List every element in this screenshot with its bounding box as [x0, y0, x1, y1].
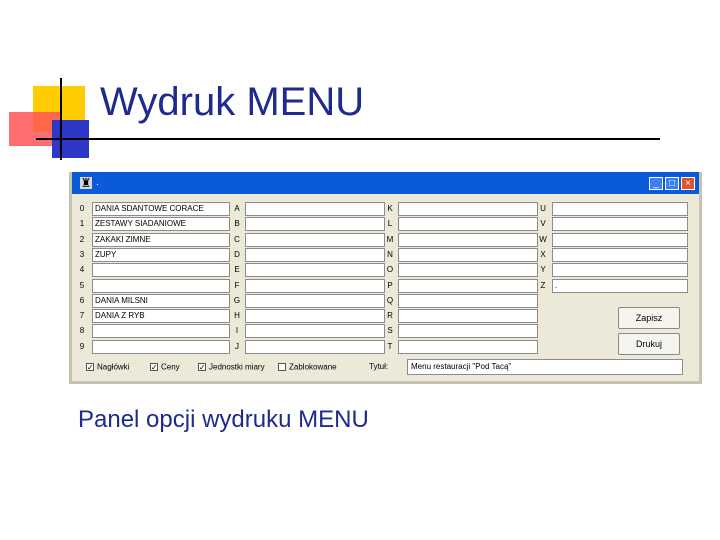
category-field-a-9[interactable] [245, 339, 385, 354]
category-field-a-4[interactable] [245, 263, 385, 278]
row-label-k-0: K [387, 204, 393, 213]
row-label-num-4: 4 [79, 265, 85, 275]
category-field-k-8[interactable] [398, 324, 538, 339]
row-label-k-7: R [387, 311, 393, 321]
category-field-num-8[interactable] [92, 324, 230, 339]
window-titlebar[interactable]: ♜ . _ □ × [72, 172, 699, 194]
units-checkbox[interactable]: ✓ [198, 362, 206, 371]
category-field-k-2[interactable] [398, 232, 538, 247]
option-prices[interactable]: ✓ Ceny [150, 362, 180, 374]
category-field-num-2[interactable]: ZAKAKI ZIMNE [92, 232, 230, 247]
category-field-num-0[interactable]: DANIA SDANTOWE CORACE [92, 202, 230, 216]
minimize-button[interactable]: _ [649, 177, 663, 190]
category-field-a-8[interactable] [245, 324, 385, 339]
category-field-num-6[interactable]: DANIA MILSNI [92, 293, 230, 308]
category-field-k-1[interactable] [398, 217, 538, 232]
slide-caption: Panel opcji wydruku MENU [78, 406, 369, 433]
row-label-a-0: A [234, 204, 240, 213]
row-label-a-1: B [234, 219, 240, 229]
category-field-num-7[interactable]: DANIA Z RYB [92, 309, 230, 324]
category-field-a-6[interactable] [245, 293, 385, 308]
category-field-num-9[interactable] [92, 339, 230, 354]
row-label-a-5: F [234, 280, 240, 290]
option-headers[interactable]: ✓ Nagłówki [86, 362, 129, 374]
category-field-a-1[interactable] [245, 217, 385, 232]
locked-label: Zablokowane [289, 362, 337, 372]
row-label-k-9: T [387, 341, 393, 351]
close-button[interactable]: × [681, 177, 695, 190]
prices-label: Ceny [161, 362, 180, 372]
row-label-num-8: 8 [79, 326, 85, 336]
category-field-a-5[interactable] [245, 278, 385, 293]
row-label-num-2: 2 [79, 234, 85, 244]
title-underline [36, 138, 660, 140]
print-title-input[interactable]: Menu restauracji "Pod Tacą" [407, 359, 683, 375]
row-label-k-8: S [387, 326, 393, 336]
category-field-u-2[interactable] [552, 232, 688, 247]
row-label-k-6: Q [386, 295, 394, 305]
row-label-k-5: P [387, 280, 393, 290]
category-field-a-2[interactable] [245, 232, 385, 247]
category-field-k-5[interactable] [398, 278, 538, 293]
locked-checkbox[interactable] [278, 362, 286, 371]
category-field-a-3[interactable] [245, 247, 385, 262]
row-label-u-1: V [540, 219, 546, 229]
prices-checkbox[interactable]: ✓ [150, 362, 158, 371]
window-title: . [96, 177, 99, 188]
row-label-u-2: W [539, 234, 547, 244]
row-label-u-0: U [540, 204, 546, 213]
row-label-num-3: 3 [79, 249, 85, 259]
decor-vertical-line [60, 78, 62, 160]
maximize-button[interactable]: □ [665, 177, 679, 190]
row-label-u-4: Y [540, 265, 546, 275]
headers-label: Nagłówki [97, 362, 130, 372]
category-field-k-6[interactable] [398, 293, 538, 308]
category-field-k-3[interactable] [398, 247, 538, 262]
save-button[interactable]: Zapisz [618, 307, 680, 329]
row-label-num-5: 5 [79, 280, 85, 290]
row-label-k-4: O [386, 265, 394, 275]
option-locked[interactable]: Zablokowane [278, 362, 337, 374]
row-label-a-3: D [234, 249, 240, 259]
category-field-num-1[interactable]: ZESTAWY SIADANIOWE [92, 217, 230, 232]
category-field-u-4[interactable] [552, 263, 688, 278]
row-label-k-1: L [387, 219, 393, 229]
row-label-u-3: X [540, 249, 546, 259]
category-field-num-4[interactable] [92, 263, 230, 278]
row-label-a-6: G [233, 295, 241, 305]
app-icon: ♜ [80, 176, 92, 190]
slide-title: Wydruk MENU [100, 80, 365, 124]
row-label-u-5: Z [540, 280, 546, 290]
category-field-k-0[interactable] [398, 202, 538, 216]
category-field-k-9[interactable] [398, 339, 538, 354]
category-field-u-0[interactable] [552, 202, 688, 216]
category-field-a-7[interactable] [245, 309, 385, 324]
row-label-k-2: M [386, 234, 394, 244]
row-label-num-7: 7 [79, 311, 85, 321]
row-label-num-6: 6 [79, 295, 85, 305]
category-field-u-5[interactable]: . [552, 278, 688, 293]
headers-checkbox[interactable]: ✓ [86, 362, 94, 371]
menu-print-window: ♜ . _ □ × 0 DANIA SDANTOWE CORACE 1 ZESTAWY… [69, 172, 702, 384]
row-label-num-1: 1 [79, 219, 85, 229]
category-field-num-3[interactable]: ZUPY [92, 247, 230, 262]
row-label-num-9: 9 [79, 341, 85, 351]
row-label-a-8: I [235, 326, 239, 336]
category-field-u-3[interactable] [552, 247, 688, 262]
category-field-k-7[interactable] [398, 309, 538, 324]
print-title-label: Tytuł: [369, 362, 389, 371]
row-label-k-3: N [387, 249, 393, 259]
category-field-a-0[interactable] [245, 202, 385, 216]
row-label-num-0: 0 [79, 204, 85, 213]
category-field-num-5[interactable] [92, 278, 230, 293]
row-label-a-4: E [234, 265, 240, 275]
row-label-a-7: H [234, 311, 240, 321]
units-label: Jednostki miary [209, 362, 265, 372]
option-units[interactable]: ✓ Jednostki miary [198, 362, 265, 374]
row-label-a-2: C [234, 234, 240, 244]
category-field-k-4[interactable] [398, 263, 538, 278]
category-field-u-1[interactable] [552, 217, 688, 232]
print-button[interactable]: Drukuj [618, 333, 680, 355]
row-label-a-9: J [235, 341, 239, 351]
